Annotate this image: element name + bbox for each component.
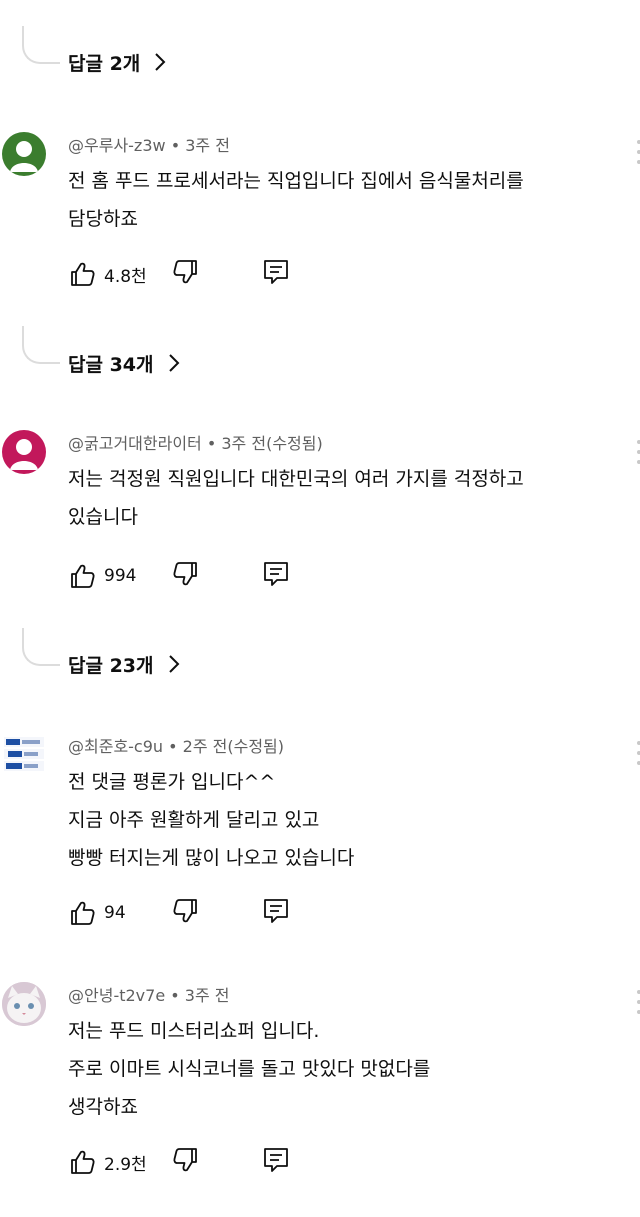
default-user-avatar[interactable] [2, 132, 46, 176]
more-vert-icon[interactable] [636, 140, 640, 164]
dislike-button[interactable] [172, 560, 262, 592]
comment-line: 생각하죠 [68, 1096, 138, 1118]
like-count: 4.8천 [104, 266, 147, 287]
reply-button[interactable] [262, 560, 290, 592]
comment-reply-icon [264, 562, 288, 586]
more-vert-icon[interactable] [636, 440, 640, 464]
reply-thread-line [22, 26, 60, 64]
chevron-right-icon [155, 53, 166, 71]
more-vert-icon[interactable] [636, 990, 640, 1014]
reply-thread-line [22, 326, 60, 364]
chevron-right-icon [168, 655, 179, 673]
comment-line: 주로 이마트 시식코너를 돌고 맛있다 맛없다를 [68, 1058, 431, 1080]
dislike-button[interactable] [172, 897, 262, 929]
comment-time[interactable]: 3주 전 [185, 136, 230, 155]
comment-author[interactable]: @안녕-t2v7e [68, 986, 165, 1005]
cat-photo-avatar[interactable] [2, 982, 46, 1026]
like-button[interactable]: 2.9천 [68, 1148, 172, 1176]
thumbs-down-icon [173, 899, 197, 923]
comment-meta: @우루사-z3w • 3주 전 [68, 136, 230, 155]
comment-item: @최준호-c9u • 2주 전(수정됨) 전 댓글 평론가 입니다^^ 지금 아… [0, 733, 640, 933]
view-replies-button[interactable]: 답글 23개 [68, 646, 180, 682]
view-replies-button[interactable]: 답글 2개 [68, 44, 166, 80]
thumbs-down-icon [173, 562, 197, 586]
comment-line: 지금 아주 원활하게 달리고 있고 [68, 809, 320, 831]
default-user-avatar[interactable] [2, 430, 46, 474]
thumbs-up-icon [71, 564, 95, 588]
replies-label: 답글 34개 [68, 353, 154, 376]
comment-reply-icon [264, 260, 288, 284]
reply-button[interactable] [262, 258, 290, 290]
comment-item: @우루사-z3w • 3주 전 전 홈 푸드 프로세서라는 직업입니다 집에서 … [0, 132, 640, 302]
comment-meta: @굵고거대한라이터 • 3주 전(수정됨) [68, 434, 323, 453]
thumbs-up-icon [71, 901, 95, 925]
thumbs-up-icon [71, 262, 95, 286]
comment-text: 저는 푸드 미스터리쇼퍼 입니다. 주로 이마트 시식코너를 돌고 맛있다 맛없… [68, 1012, 430, 1126]
comment-line: 저는 걱정원 직원입니다 대한민국의 여러 가지를 걱정하고 [68, 468, 524, 490]
comment-time[interactable]: 2주 전(수정됨) [183, 737, 284, 756]
badge-image-avatar[interactable] [2, 733, 46, 777]
like-button[interactable]: 94 [68, 899, 172, 927]
comment-item: @안녕-t2v7e • 3주 전 저는 푸드 미스터리쇼퍼 입니다. 주로 이마… [0, 982, 640, 1192]
reply-button[interactable] [262, 897, 290, 929]
comment-line: 전 홈 푸드 프로세서라는 직업입니다 집에서 음식물처리를 [68, 170, 524, 192]
comment-line: 담당하죠 [68, 208, 138, 230]
comment-meta: @최준호-c9u • 2주 전(수정됨) [68, 737, 285, 756]
dislike-button[interactable] [172, 1146, 262, 1178]
like-count: 994 [104, 566, 137, 586]
comment-line: 저는 푸드 미스터리쇼퍼 입니다. [68, 1020, 320, 1042]
comment-text: 전 댓글 평론가 입니다^^ 지금 아주 원활하게 달리고 있고 빵빵 터지는게… [68, 763, 354, 877]
comment-text: 전 홈 푸드 프로세서라는 직업입니다 집에서 음식물처리를 담당하죠 [68, 162, 524, 238]
replies-label: 답글 23개 [68, 654, 154, 677]
like-count: 94 [104, 903, 126, 923]
reply-button[interactable] [262, 1146, 290, 1178]
comment-meta: @안녕-t2v7e • 3주 전 [68, 986, 230, 1005]
view-replies-button[interactable]: 답글 34개 [68, 345, 180, 381]
comment-actions: 2.9천 [68, 1146, 290, 1178]
comment-author[interactable]: @굵고거대한라이터 [68, 434, 202, 453]
comment-author[interactable]: @최준호-c9u [68, 737, 163, 756]
comment-reply-icon [264, 899, 288, 923]
comment-line: 빵빵 터지는게 많이 나오고 있습니다 [68, 847, 355, 869]
thumbs-up-icon [71, 1150, 95, 1174]
thumbs-down-icon [173, 260, 197, 284]
comment-actions: 994 [68, 560, 290, 592]
chevron-right-icon [168, 354, 179, 372]
like-button[interactable]: 994 [68, 562, 172, 590]
dislike-button[interactable] [172, 258, 262, 290]
comment-actions: 4.8천 [68, 258, 290, 290]
thumbs-down-icon [173, 1148, 197, 1172]
comment-reply-icon [264, 1148, 288, 1172]
comment-text: 저는 걱정원 직원입니다 대한민국의 여러 가지를 걱정하고 있습니다 [68, 460, 524, 536]
comment-item: @굵고거대한라이터 • 3주 전(수정됨) 저는 걱정원 직원입니다 대한민국의… [0, 430, 640, 600]
comment-line: 전 댓글 평론가 입니다^^ [68, 771, 276, 793]
replies-label: 답글 2개 [68, 52, 141, 75]
reply-thread-line [22, 628, 60, 666]
comment-time[interactable]: 3주 전(수정됨) [221, 434, 322, 453]
comment-author[interactable]: @우루사-z3w [68, 136, 166, 155]
like-count: 2.9천 [104, 1154, 147, 1175]
comment-line: 있습니다 [68, 506, 138, 528]
like-button[interactable]: 4.8천 [68, 260, 172, 288]
comment-time[interactable]: 3주 전 [185, 986, 230, 1005]
more-vert-icon[interactable] [636, 741, 640, 765]
comment-actions: 94 [68, 897, 290, 929]
